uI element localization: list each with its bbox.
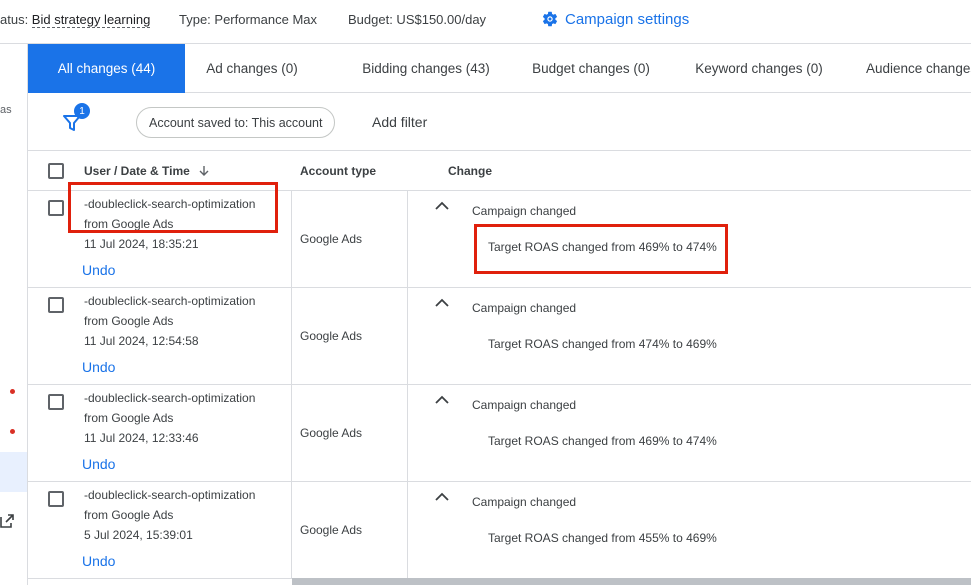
row-user-info: -doubleclick-search-optimization from Go… — [84, 388, 255, 448]
nav-item-selected[interactable] — [0, 452, 27, 492]
status-value[interactable]: Bid strategy learning — [31, 12, 151, 28]
nav-fragment-label: as — [0, 104, 12, 116]
alert-dot-icon — [10, 429, 15, 434]
undo-button[interactable]: Undo — [82, 553, 115, 569]
campaign-status-bar: atus: Bid strategy learning Type: Perfor… — [0, 0, 971, 44]
tab-budget-changes[interactable]: Budget changes (0) — [522, 44, 660, 93]
row-account-type: Google Ads — [300, 232, 363, 246]
status-info: atus: Bid strategy learning — [0, 12, 151, 28]
undo-button[interactable]: Undo — [82, 262, 115, 278]
row-change-detail: Target ROAS changed from 469% to 474% — [488, 434, 717, 448]
row-user-info: -doubleclick-search-optimization from Go… — [84, 485, 255, 545]
chevron-up-icon[interactable] — [434, 393, 450, 405]
row-change-title: Campaign changed — [472, 495, 577, 509]
table-row: -doubleclick-search-optimization from Go… — [28, 482, 971, 579]
status-label: atus: — [0, 12, 32, 27]
row-user-source: from Google Ads — [84, 217, 174, 231]
table-row: -doubleclick-search-optimization from Go… — [28, 191, 971, 288]
column-header-change[interactable]: Change — [448, 164, 492, 178]
row-user-info: -doubleclick-search-optimization from Go… — [84, 194, 255, 254]
row-user-source: from Google Ads — [84, 411, 174, 425]
row-change-title: Campaign changed — [472, 204, 577, 218]
campaign-settings-link[interactable]: Campaign settings — [541, 10, 689, 28]
tab-keyword-changes[interactable]: Keyword changes (0) — [683, 44, 835, 93]
row-change-detail: Target ROAS changed from 469% to 474% — [488, 240, 717, 254]
row-datetime: 5 Jul 2024, 15:39:01 — [84, 528, 193, 542]
change-history-table: User / Date & Time Account type Change -… — [28, 151, 971, 585]
column-header-user-label: User / Date & Time — [84, 164, 190, 178]
row-change-title: Campaign changed — [472, 301, 577, 315]
row-account-type: Google Ads — [300, 523, 363, 537]
add-filter-button[interactable]: Add filter — [372, 114, 427, 130]
undo-button[interactable]: Undo — [82, 359, 115, 375]
sort-arrow-down-icon — [199, 166, 209, 176]
table-row: -doubleclick-search-optimization from Go… — [28, 385, 971, 482]
column-header-account-type[interactable]: Account type — [300, 164, 376, 178]
filter-bar: 1 Account saved to: This account Add fil… — [28, 93, 971, 151]
tab-bidding-changes[interactable]: Bidding changes (43) — [346, 44, 506, 93]
chevron-up-icon[interactable] — [434, 296, 450, 308]
row-checkbox[interactable] — [48, 491, 64, 507]
table-row: -doubleclick-search-optimization from Go… — [28, 288, 971, 385]
undo-button[interactable]: Undo — [82, 456, 115, 472]
row-user-source: from Google Ads — [84, 314, 174, 328]
row-user-name: -doubleclick-search-optimization — [84, 391, 256, 405]
row-user-name: -doubleclick-search-optimization — [84, 488, 256, 502]
row-user-info: -doubleclick-search-optimization from Go… — [84, 291, 255, 351]
row-datetime: 11 Jul 2024, 12:33:46 — [84, 431, 199, 445]
gear-icon — [542, 11, 558, 27]
select-all-checkbox[interactable] — [48, 163, 64, 179]
row-datetime: 11 Jul 2024, 12:54:58 — [84, 334, 199, 348]
row-datetime: 11 Jul 2024, 18:35:21 — [84, 237, 199, 251]
table-header: User / Date & Time Account type Change — [28, 151, 971, 191]
alert-dot-icon — [10, 389, 15, 394]
campaign-type: Type: Performance Max — [179, 12, 317, 27]
row-account-type: Google Ads — [300, 426, 363, 440]
chevron-up-icon[interactable] — [434, 490, 450, 502]
row-change-detail: Target ROAS changed from 474% to 469% — [488, 337, 717, 351]
row-user-source: from Google Ads — [84, 508, 174, 522]
row-user-name: -doubleclick-search-optimization — [84, 197, 256, 211]
row-checkbox[interactable] — [48, 394, 64, 410]
tab-all-changes[interactable]: All changes (44) — [28, 44, 185, 93]
tab-ad-changes[interactable]: Ad changes (0) — [185, 44, 319, 93]
chevron-up-icon[interactable] — [434, 199, 450, 211]
row-checkbox[interactable] — [48, 297, 64, 313]
filter-chip-account-saved[interactable]: Account saved to: This account — [136, 107, 336, 138]
row-user-name: -doubleclick-search-optimization — [84, 294, 256, 308]
tab-audience-changes[interactable]: Audience changes — [858, 44, 971, 93]
horizontal-scrollbar[interactable] — [292, 578, 971, 585]
change-history-tabs: All changes (44) Ad changes (0) Bidding … — [28, 44, 971, 93]
row-change-detail: Target ROAS changed from 455% to 469% — [488, 531, 717, 545]
left-nav-rail: as — [0, 44, 28, 585]
row-change-title: Campaign changed — [472, 398, 577, 412]
column-header-user-date-time[interactable]: User / Date & Time — [84, 164, 210, 178]
campaign-budget: Budget: US$150.00/day — [348, 12, 487, 27]
external-link-icon[interactable] — [0, 514, 14, 528]
row-account-type: Google Ads — [300, 329, 363, 343]
filter-count-badge: 1 — [74, 103, 90, 119]
campaign-settings-label: Campaign settings — [565, 10, 690, 28]
row-checkbox[interactable] — [48, 200, 64, 216]
